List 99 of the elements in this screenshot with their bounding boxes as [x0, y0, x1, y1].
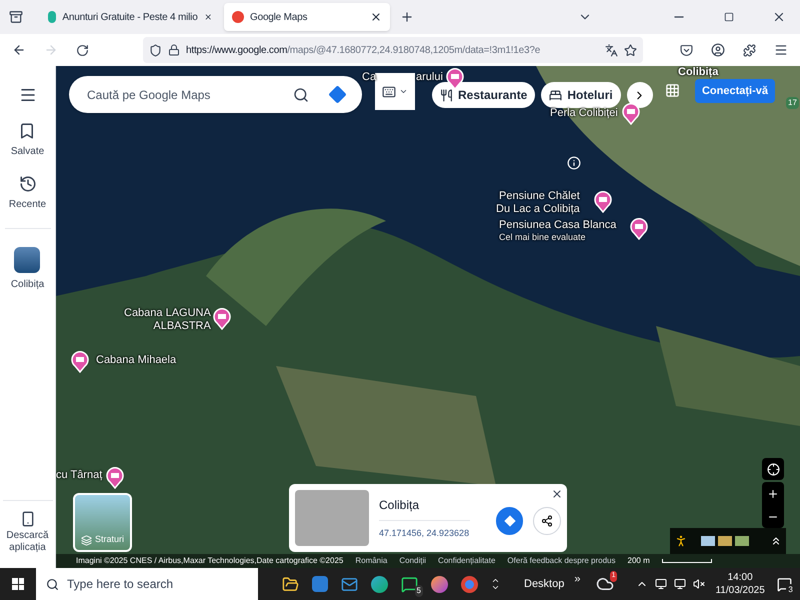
expand-icon[interactable] [770, 535, 782, 547]
sidebar-item[interactable]: Salvate [10, 122, 44, 159]
keyboard-button[interactable] [375, 73, 415, 110]
hotel-pin-icon[interactable] [594, 191, 612, 213]
road-number: 17 [786, 97, 799, 109]
location-icon [766, 462, 780, 476]
category-chip[interactable]: Restaurante [432, 82, 536, 108]
footer-link[interactable]: Condiții [399, 555, 426, 567]
tab-list-icon[interactable] [9, 10, 23, 24]
my-location-button[interactable] [762, 458, 784, 480]
coordinates-text: 47.171456, 24.923628 [378, 526, 470, 540]
place-label[interactable]: arului [416, 71, 443, 84]
favicon-icon [232, 11, 244, 23]
hotel-pin-icon[interactable] [630, 218, 648, 240]
zoom-in-icon[interactable] [767, 488, 779, 500]
place-label[interactable]: Pensiune Chălet Du Lac a Colibița [496, 190, 580, 216]
place-title: Colibița [378, 496, 470, 521]
hotel-pin-icon[interactable] [446, 68, 464, 90]
map-type-thumbnail[interactable] [735, 536, 749, 546]
fork-knife-icon [440, 88, 453, 102]
map-type-thumbnail[interactable] [701, 536, 715, 546]
hotel-pin-icon[interactable] [213, 308, 231, 330]
sidebar-item[interactable]: Recente [8, 175, 46, 212]
map-type-thumbnail[interactable] [718, 536, 732, 546]
close-window-icon[interactable] [772, 10, 786, 24]
footer-link[interactable]: Oferă feedback despre produs [507, 555, 616, 567]
scale-bar [662, 559, 712, 563]
footer-link[interactable]: România [355, 555, 388, 567]
browser-tab[interactable]: Anunturi Gratuite - Peste 4 milio [40, 3, 220, 31]
sign-in-button[interactable]: Conectați-vă [695, 79, 775, 103]
close-icon[interactable] [551, 488, 563, 500]
notification-badge: 5 [414, 584, 423, 596]
toolbar-overflow[interactable]: » [574, 570, 580, 588]
tab-title: Anunturi Gratuite - Peste 4 milio [62, 10, 198, 24]
caret-icon [399, 87, 408, 96]
lock-icon [168, 44, 180, 56]
share-icon [541, 515, 554, 527]
place-thumbnail [14, 247, 40, 273]
weather-icon[interactable] [596, 575, 614, 593]
hotel-pin-icon[interactable] [106, 467, 124, 489]
info-pin-icon[interactable] [567, 156, 581, 170]
notifications-icon[interactable] [776, 576, 792, 592]
keyboard-icon [382, 84, 396, 98]
pocket-icon[interactable] [680, 44, 693, 56]
favicon-icon [48, 11, 56, 23]
town-label: Colibița [678, 66, 718, 79]
place-label[interactable]: Pensiunea Casa Blanca Cel mai bine evaluate [499, 219, 616, 242]
clock[interactable]: 14:00 11/03/2025 [715, 571, 765, 597]
footer-link[interactable]: Confidențialitate [438, 555, 496, 567]
windows-start-icon[interactable] [12, 578, 24, 590]
folder-icon[interactable] [282, 576, 299, 592]
category-chip[interactable]: Hoteluri [541, 82, 621, 108]
taskbar-search-field[interactable]: Type here to search [67, 568, 248, 600]
close-icon[interactable] [370, 11, 382, 23]
notification-count: 3 [786, 584, 795, 596]
bookmark-star-icon[interactable] [624, 44, 637, 56]
desktop-toolbar-label[interactable]: Desktop [524, 576, 564, 592]
hotel-pin-icon[interactable] [71, 351, 89, 373]
extensions-icon[interactable] [743, 44, 756, 56]
place-label[interactable]: Cabana Mihaela [96, 354, 176, 367]
sidebar-item[interactable]: Colibița [10, 247, 44, 292]
address-bar[interactable]: https://www.google.com/maps/@47.1680772,24.9180748,1205m/data=!3m1!1e3?e [143, 37, 643, 63]
scale-label: 200 m [628, 555, 650, 567]
layers-icon [80, 535, 92, 546]
place-label[interactable]: cu Târnaț [56, 469, 102, 482]
browser-tab[interactable]: Google Maps [224, 3, 390, 31]
search-icon [46, 578, 59, 590]
share-button[interactable] [533, 507, 561, 535]
pegman-icon[interactable] [674, 534, 688, 548]
apps-grid-icon[interactable] [665, 83, 680, 98]
scroll-up-icon[interactable] [491, 576, 500, 585]
url-text: https://www.google.com/maps/@47.1680772,24.9180748,1205m/data=!3m1!1e3?e [186, 44, 542, 58]
reload-icon[interactable] [76, 44, 89, 56]
account-icon[interactable] [711, 43, 725, 57]
restore-icon[interactable] [724, 12, 734, 22]
bed-icon [549, 88, 562, 102]
scroll-down-icon[interactable] [491, 583, 500, 592]
taskbar-search-box[interactable]: Type here to search [36, 568, 258, 600]
muted-speaker-icon[interactable] [693, 578, 706, 590]
directions-button[interactable] [496, 507, 524, 535]
place-label[interactable]: Perla Colibiței [550, 107, 618, 120]
history-icon [18, 175, 36, 193]
chat-app-icon[interactable] [401, 576, 418, 592]
network-icon[interactable] [674, 578, 686, 590]
directions-icon [504, 515, 516, 527]
search-box[interactable]: Caută pe Google Maps [69, 76, 362, 113]
search-field[interactable]: Caută pe Google Maps [87, 76, 293, 113]
translate-icon[interactable] [605, 44, 618, 56]
mail-icon[interactable] [341, 576, 358, 592]
back-icon[interactable] [12, 43, 26, 57]
phone-icon [20, 511, 36, 527]
menu-icon[interactable] [774, 43, 788, 57]
attribution-text: Imagini ©2025 CNES / Airbus,Maxar Technologies,Date cartografice ©2025 [76, 555, 344, 567]
search-icon[interactable] [293, 86, 309, 102]
tab-title: Google Maps [250, 10, 308, 24]
place-label[interactable]: Cabana LAGUNA ALBASTRA [124, 307, 211, 333]
new-tab-icon[interactable] [400, 10, 414, 24]
shield-icon [149, 44, 162, 56]
menu-icon[interactable] [18, 86, 36, 104]
